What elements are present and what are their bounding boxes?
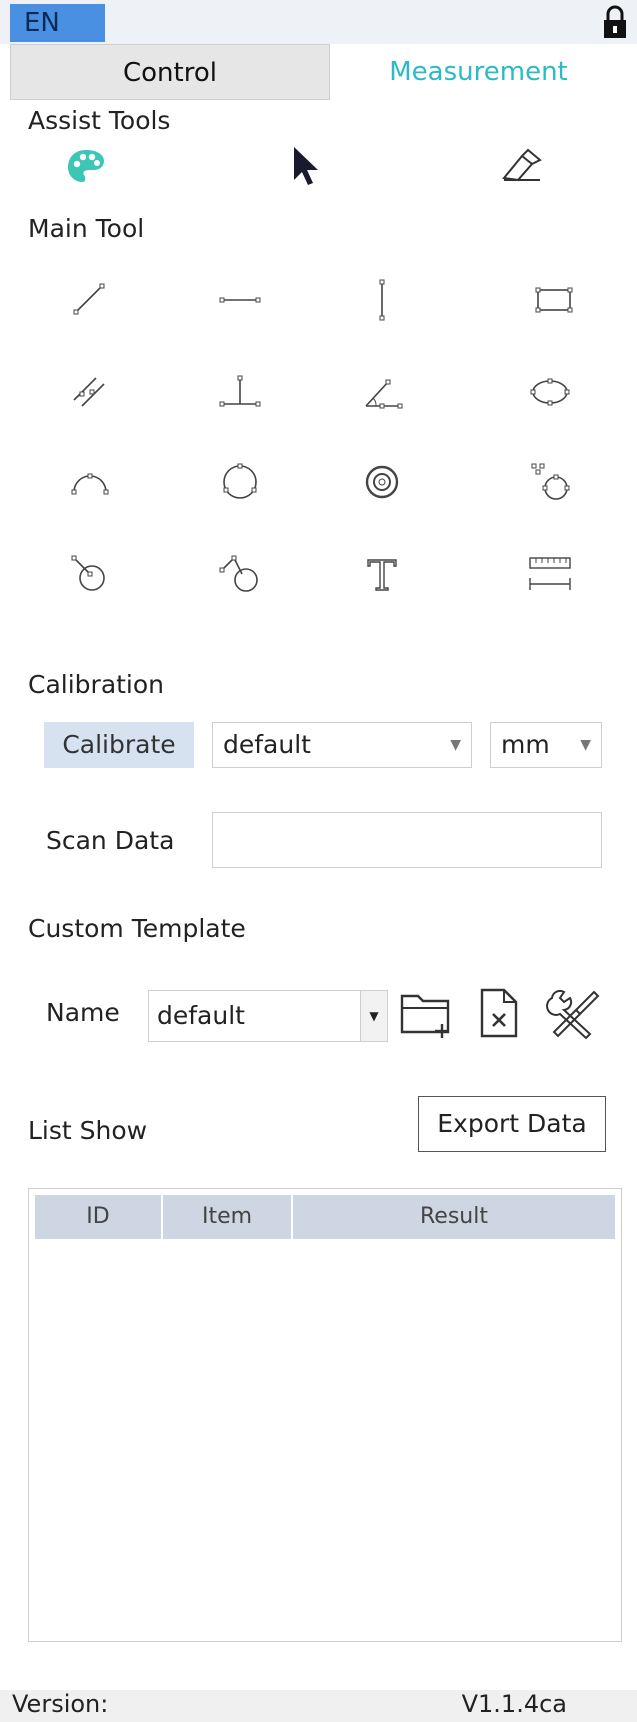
tab-control[interactable]: Control [10,44,330,100]
parallel-lines-icon[interactable] [66,368,114,416]
angle-icon[interactable] [358,368,406,416]
table-header: ID Item Result [35,1195,615,1239]
top-bar: EN [0,0,637,44]
ruler-icon[interactable] [526,550,574,598]
calibration-profile-value: default [223,730,311,759]
line-icon[interactable] [66,276,114,324]
column-header-result[interactable]: Result [293,1195,615,1239]
unit-value: mm [501,730,550,759]
calibrate-button[interactable]: Calibrate [44,722,194,768]
status-bar: Version: V1.1.4ca [0,1690,637,1722]
text-icon[interactable] [358,550,406,598]
unit-select[interactable]: mm ▼ [490,722,602,768]
tools-settings-icon[interactable] [544,984,602,1042]
column-header-item[interactable]: Item [163,1195,293,1239]
tab-measurement[interactable]: Measurement [330,44,627,100]
template-name-value: default [157,1001,245,1030]
lock-icon[interactable] [601,4,629,40]
calibration-profile-select[interactable]: default ▼ [212,722,472,768]
chevron-down-icon: ▼ [450,737,461,753]
arc-icon[interactable] [66,458,114,506]
calibration-title: Calibration [28,670,165,699]
concentric-circle-icon[interactable] [358,458,406,506]
points-circle-icon[interactable] [526,458,574,506]
line-circle-icon[interactable] [66,550,114,598]
delete-file-icon[interactable] [470,984,528,1042]
scan-data-label: Scan Data [46,826,175,855]
language-selector[interactable]: EN [10,4,105,42]
palette-icon[interactable] [62,142,110,190]
custom-template-title: Custom Template [28,914,246,943]
name-label: Name [46,998,120,1027]
template-name-select[interactable]: default ▼ [148,990,388,1042]
assist-tools-title: Assist Tools [28,106,171,135]
version-value: V1.1.4ca [461,1690,567,1718]
chevron-down-icon: ▼ [580,737,591,753]
perpendicular-icon[interactable] [216,368,264,416]
export-data-button[interactable]: Export Data [418,1096,606,1152]
circle-icon[interactable] [216,458,264,506]
rectangle-icon[interactable] [530,276,578,324]
results-table[interactable]: ID Item Result [28,1188,622,1642]
eraser-icon[interactable] [498,142,546,190]
angle-circle-icon[interactable] [216,550,264,598]
column-header-id[interactable]: ID [35,1195,163,1239]
ellipse-icon[interactable] [526,368,574,416]
tab-bar: Control Measurement [10,44,627,100]
chevron-down-icon[interactable]: ▼ [360,991,387,1041]
new-folder-icon[interactable] [398,984,456,1042]
main-tool-title: Main Tool [28,214,145,243]
vertical-line-icon[interactable] [358,276,406,324]
horizontal-line-icon[interactable] [216,276,264,324]
version-label: Version: [12,1690,109,1718]
list-show-title: List Show [28,1116,148,1145]
scan-data-field[interactable] [212,812,602,868]
pointer-icon[interactable] [282,142,330,190]
